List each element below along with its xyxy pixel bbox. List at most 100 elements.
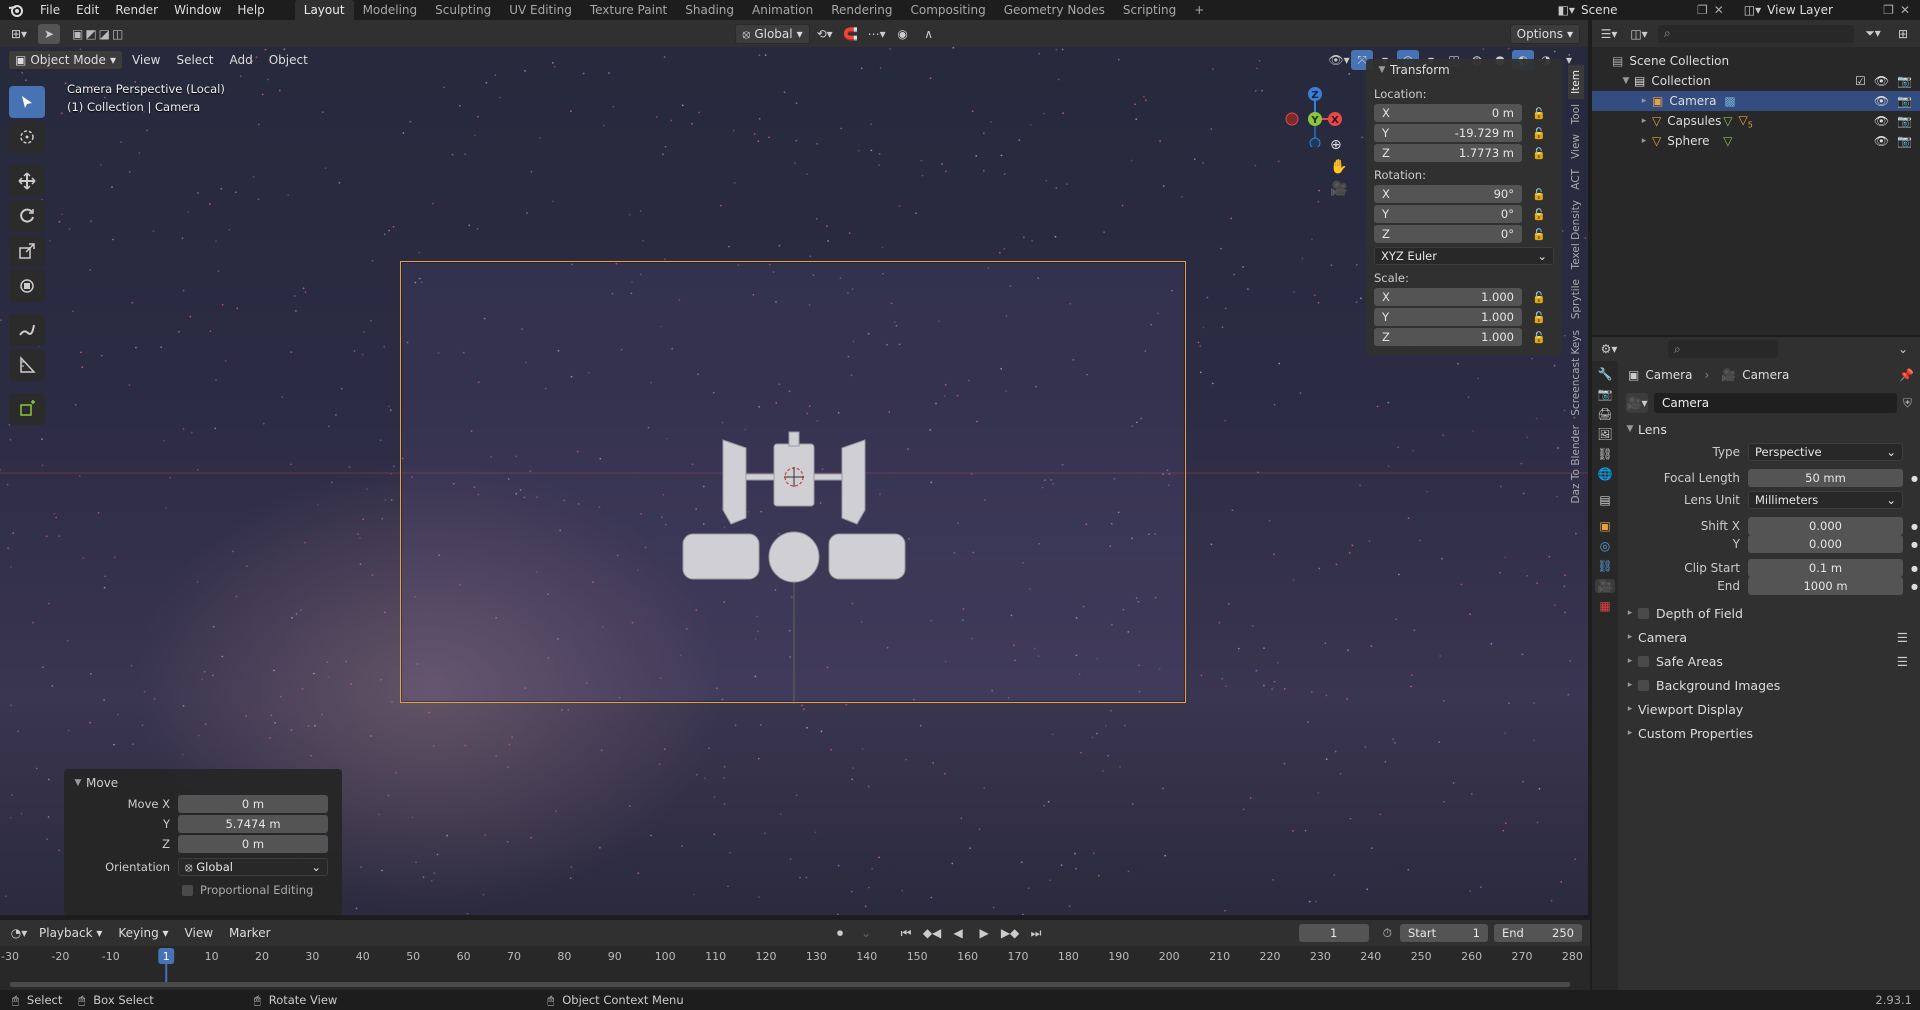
datablock-name-field[interactable]: Camera bbox=[1654, 393, 1897, 413]
start-frame-field[interactable]: Start 1 bbox=[1399, 924, 1488, 942]
scale-tool-icon[interactable] bbox=[9, 235, 45, 267]
lock-icon[interactable]: 🔓 bbox=[1532, 208, 1546, 221]
dof-checkbox[interactable] bbox=[1638, 607, 1649, 619]
lens-section-header[interactable]: ▼ Lens bbox=[1618, 417, 1920, 441]
jump-start-icon[interactable]: ⏮ bbox=[895, 923, 917, 943]
prev-key-icon[interactable]: ◆◀ bbox=[921, 923, 943, 943]
record-options-icon[interactable]: ⌄ bbox=[855, 923, 877, 943]
output-tab-icon[interactable]: 🖨 bbox=[1597, 407, 1612, 421]
datablock-browse-icon[interactable]: 🎥▾ bbox=[1626, 393, 1648, 413]
safe-areas-checkbox[interactable] bbox=[1638, 655, 1649, 667]
rotation-x-field[interactable]: X 90° bbox=[1374, 185, 1522, 203]
tab-modeling[interactable]: Modeling bbox=[354, 0, 427, 20]
menu-file[interactable]: File bbox=[32, 0, 68, 20]
menu-keying[interactable]: Keying ▾ bbox=[111, 923, 175, 943]
view-layer-name[interactable]: View Layer bbox=[1767, 3, 1877, 17]
pivot-icon[interactable]: ⟲▾ bbox=[814, 24, 836, 44]
proportional-icon[interactable]: ◉ bbox=[892, 24, 914, 44]
view-layer-tab-icon[interactable]: 🖼 bbox=[1597, 427, 1612, 441]
pin-icon[interactable]: 📌 bbox=[1899, 368, 1914, 382]
render-icon[interactable]: 📷 bbox=[1897, 134, 1912, 148]
render-icon[interactable]: 📷 bbox=[1897, 94, 1912, 108]
collection-tab-icon[interactable]: ▤ bbox=[1599, 493, 1610, 507]
outliner-item-capsules[interactable]: ▸ ▽ Capsules ▽ ▽5 👁 📷 bbox=[1592, 111, 1920, 131]
select-mode-icons[interactable]: ▣◩◪◫ bbox=[72, 27, 125, 41]
rotation-mode-dropdown[interactable]: XYZ Euler ⌄ bbox=[1374, 247, 1554, 265]
physics-tab-icon[interactable]: ◎ bbox=[1600, 539, 1610, 553]
properties-editor-icon[interactable]: ⚙▾ bbox=[1598, 339, 1620, 359]
stopwatch-icon[interactable]: ⏱ bbox=[1383, 926, 1392, 941]
tab-sculpting[interactable]: Sculpting bbox=[426, 0, 500, 20]
menu-marker[interactable]: Marker bbox=[222, 923, 277, 943]
location-y-field[interactable]: Y -19.729 m bbox=[1374, 124, 1522, 142]
tab-layout[interactable]: Layout bbox=[294, 0, 354, 20]
menu-select[interactable]: Select bbox=[169, 50, 220, 70]
menu-add[interactable]: Add bbox=[222, 50, 259, 70]
sidebar-tab-tool[interactable]: Tool bbox=[1568, 99, 1584, 129]
depth-of-field-section[interactable]: ▸ Depth of Field bbox=[1618, 601, 1920, 625]
sidebar-tab-sprytile[interactable]: Sprytile bbox=[1568, 274, 1584, 324]
blender-logo-icon[interactable] bbox=[0, 3, 32, 17]
tab-geometry-nodes[interactable]: Geometry Nodes bbox=[995, 0, 1114, 20]
menu-object[interactable]: Object bbox=[262, 50, 315, 70]
current-frame-field[interactable]: 1 bbox=[1298, 924, 1369, 942]
tab-uv-editing[interactable]: UV Editing bbox=[500, 0, 581, 20]
record-icon[interactable]: ⏺ bbox=[829, 923, 851, 943]
menu-help[interactable]: Help bbox=[229, 0, 272, 20]
select-box-tool-icon[interactable] bbox=[9, 86, 45, 118]
keyframe-dot[interactable]: ● bbox=[1911, 474, 1918, 483]
constraints-tab-icon[interactable]: ⛓ bbox=[1597, 559, 1612, 573]
filter-icon[interactable]: ⏷▾ bbox=[1862, 24, 1884, 44]
texture-tab-icon[interactable]: ▦ bbox=[1599, 599, 1610, 613]
fake-user-icon[interactable]: ⛨ bbox=[1903, 396, 1912, 411]
end-frame-field[interactable]: End 250 bbox=[1493, 924, 1582, 942]
sidebar-tab-daz-to-blender[interactable]: Daz To Blender bbox=[1568, 420, 1584, 508]
rotate-tool-icon[interactable] bbox=[9, 200, 45, 232]
eye-icon[interactable]: 👁 bbox=[1874, 134, 1889, 148]
properties-options-icon[interactable]: ⌄ bbox=[1892, 339, 1914, 359]
move-z-field[interactable]: 0 m bbox=[178, 835, 328, 853]
jump-end-icon[interactable]: ⏭ bbox=[1025, 923, 1047, 943]
transform-panel-header[interactable]: ▼ Transform bbox=[1366, 59, 1562, 81]
transform-orientation-dropdown[interactable]: ⦻ Global ▾ bbox=[735, 23, 810, 44]
lock-icon[interactable]: 🔓 bbox=[1532, 147, 1546, 160]
menu-view[interactable]: View bbox=[125, 50, 167, 70]
timeline-editor-icon[interactable]: ◔▾ bbox=[8, 923, 30, 943]
orientation-dropdown[interactable]: ⦻ Global ⌄ bbox=[178, 858, 328, 876]
tab-animation[interactable]: Animation bbox=[743, 0, 822, 20]
zoom-icon[interactable]: ⊕ bbox=[1330, 137, 1347, 153]
snap-icon[interactable]: 🧲 bbox=[840, 24, 862, 44]
annotate-tool-icon[interactable] bbox=[9, 314, 45, 346]
play-reverse-icon[interactable]: ◀ bbox=[947, 923, 969, 943]
navigation-gizmo[interactable]: Z X Y bbox=[1270, 67, 1350, 147]
lens-unit-dropdown[interactable]: Millimeters ⌄ bbox=[1748, 491, 1903, 509]
measure-tool-icon[interactable] bbox=[9, 349, 45, 381]
select-tool-icon[interactable]: ➤ bbox=[38, 23, 60, 44]
editor-type-icon[interactable]: ⊞▾ bbox=[8, 24, 30, 44]
custom-properties-section[interactable]: ▸ Custom Properties bbox=[1618, 721, 1920, 745]
menu-window[interactable]: Window bbox=[166, 0, 229, 20]
tab-texture-paint[interactable]: Texture Paint bbox=[581, 0, 676, 20]
play-icon[interactable]: ▶ bbox=[973, 923, 995, 943]
sidebar-tab-view[interactable]: View bbox=[1568, 129, 1584, 164]
lock-icon[interactable]: 🔓 bbox=[1532, 127, 1546, 140]
display-mode-icon[interactable]: ◫▾ bbox=[1628, 24, 1650, 44]
location-z-field[interactable]: Z 1.7773 m bbox=[1374, 144, 1522, 162]
move-y-field[interactable]: 5.7474 m bbox=[178, 815, 328, 833]
keyframe-dot[interactable]: ● bbox=[1911, 582, 1918, 591]
rotation-y-field[interactable]: Y 0° bbox=[1374, 205, 1522, 223]
scene-tab-icon[interactable]: ⛓ bbox=[1597, 447, 1612, 461]
clip-start-field[interactable]: 0.1 m bbox=[1748, 559, 1903, 577]
tab-shading[interactable]: Shading bbox=[676, 0, 743, 20]
tab-rendering[interactable]: Rendering bbox=[822, 0, 901, 20]
camera-data-tab-icon[interactable]: 🎥 bbox=[1594, 579, 1616, 593]
list-icon[interactable]: ☰ bbox=[1897, 654, 1908, 669]
render-tab-icon[interactable]: 📷 bbox=[1598, 387, 1613, 401]
expand-icon[interactable]: ▼ bbox=[1618, 76, 1634, 86]
menu-playback[interactable]: Playback ▾ bbox=[32, 923, 109, 943]
menu-render[interactable]: Render bbox=[107, 0, 166, 20]
lens-type-dropdown[interactable]: Perspective ⌄ bbox=[1748, 443, 1903, 461]
cursor-tool-icon[interactable] bbox=[9, 121, 45, 153]
lock-icon[interactable]: 🔓 bbox=[1532, 107, 1546, 120]
timeline-ruler[interactable]: -30 -20 -10 1 10 20 30 40 50 60 70 80 90 100 110 120 130… bbox=[0, 946, 1590, 990]
